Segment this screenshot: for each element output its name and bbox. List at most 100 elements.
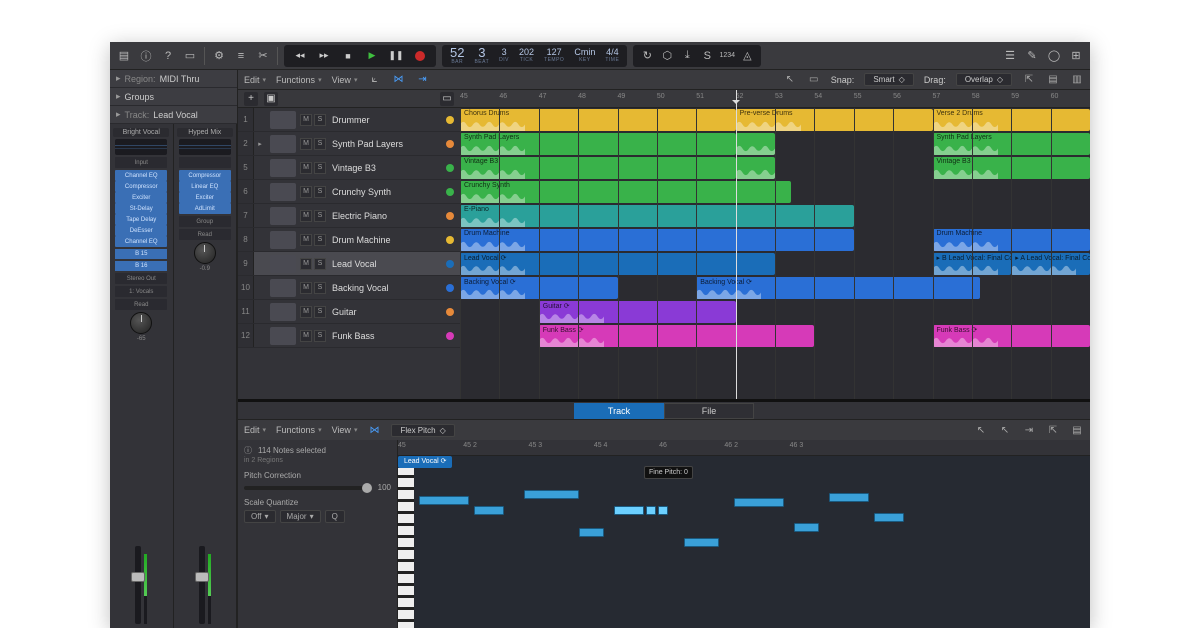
- group-slot[interactable]: 1: Vocals: [115, 286, 167, 297]
- pause-button[interactable]: ❚❚: [386, 48, 406, 64]
- scissors-icon[interactable]: ✂: [255, 48, 271, 64]
- pan-knob[interactable]: [194, 242, 216, 264]
- toolbar-icon[interactable]: ▭: [182, 48, 198, 64]
- track-icon[interactable]: [270, 135, 296, 153]
- pointer-tool-icon[interactable]: ↖: [974, 423, 988, 437]
- playhead[interactable]: [736, 90, 737, 399]
- global-tracks-button[interactable]: ▭: [440, 92, 454, 106]
- arrange-area[interactable]: 45464748495051525354555657585960 Chorus …: [460, 90, 1090, 399]
- scale-type-select[interactable]: Major▾: [280, 510, 321, 523]
- pointer-tool-icon[interactable]: ↖: [783, 73, 797, 87]
- pitch-note[interactable]: [684, 538, 719, 547]
- insert-slot[interactable]: Tape Delay: [115, 214, 167, 225]
- duplicate-track-button[interactable]: ▣: [264, 92, 278, 106]
- flex-pitch-editor[interactable]: 4545 245 345 44646 246 3 Lead Vocal ⟳ Fi…: [398, 440, 1090, 628]
- view-menu[interactable]: View▾: [332, 75, 358, 85]
- piano-keyboard[interactable]: [398, 468, 414, 628]
- track-header[interactable]: 9 M S Lead Vocal: [238, 252, 460, 276]
- editor-edit-menu[interactable]: Edit▾: [244, 425, 266, 435]
- solo-button[interactable]: S: [314, 114, 326, 126]
- track-icon[interactable]: [270, 159, 296, 177]
- output-slot[interactable]: Stereo Out: [115, 273, 167, 284]
- region[interactable]: Chorus Drums: [460, 109, 736, 131]
- track-header[interactable]: 7 M S Electric Piano: [238, 204, 460, 228]
- library-icon[interactable]: ▤: [116, 48, 132, 64]
- group-slot[interactable]: Group: [179, 216, 231, 227]
- region[interactable]: Synth Pad Layers: [460, 133, 736, 155]
- browser-icon[interactable]: ⊞: [1068, 48, 1084, 64]
- record-button[interactable]: [410, 48, 430, 64]
- insert-slot[interactable]: Exciter: [115, 192, 167, 203]
- pitch-note[interactable]: [794, 523, 819, 532]
- mute-button[interactable]: M: [300, 162, 312, 174]
- send-slot[interactable]: B 16: [115, 261, 167, 271]
- mute-button[interactable]: M: [300, 210, 312, 222]
- pitch-note[interactable]: [579, 528, 604, 537]
- insert-slot[interactable]: Compressor: [115, 181, 167, 192]
- editor-view-menu[interactable]: View▾: [332, 425, 358, 435]
- eq-thumbnail[interactable]: [179, 139, 231, 155]
- track-icon[interactable]: [270, 183, 296, 201]
- track-icon[interactable]: [270, 303, 296, 321]
- loops-icon[interactable]: ◯: [1046, 48, 1062, 64]
- solo-button[interactable]: S: [314, 138, 326, 150]
- region[interactable]: Funk Bass ⟳: [539, 325, 815, 347]
- track-header[interactable]: 12 M S Funk Bass: [238, 324, 460, 348]
- solo-button[interactable]: S: [314, 162, 326, 174]
- rewind-button[interactable]: ◂◂: [290, 48, 310, 64]
- solo-button[interactable]: S: [314, 186, 326, 198]
- replace-icon[interactable]: ⬡: [659, 48, 675, 64]
- automation-slot[interactable]: Read: [179, 229, 231, 240]
- metronome-icon[interactable]: ◬: [739, 48, 755, 64]
- track-icon[interactable]: [270, 231, 296, 249]
- insert-slot[interactable]: DeEsser: [115, 225, 167, 236]
- drag-select[interactable]: Overlap◇: [956, 73, 1012, 86]
- track-header[interactable]: 11 M S Guitar: [238, 300, 460, 324]
- input-slot[interactable]: [179, 157, 231, 168]
- mute-button[interactable]: M: [300, 306, 312, 318]
- send-slot[interactable]: B 15: [115, 249, 167, 259]
- region[interactable]: [736, 133, 775, 155]
- mute-button[interactable]: M: [300, 258, 312, 270]
- vertical-zoom-icon[interactable]: ▤: [1046, 73, 1060, 87]
- mute-button[interactable]: M: [300, 282, 312, 294]
- solo-button[interactable]: S: [314, 306, 326, 318]
- pitch-correction-slider[interactable]: [244, 486, 372, 490]
- eq-thumbnail[interactable]: [115, 139, 167, 155]
- pitch-note[interactable]: [829, 493, 869, 502]
- volume-fader[interactable]: [199, 546, 205, 624]
- add-track-button[interactable]: +: [244, 92, 258, 106]
- horizontal-zoom-icon[interactable]: ▥: [1070, 73, 1084, 87]
- strip-name-a[interactable]: Bright Vocal: [113, 128, 169, 137]
- solo-button[interactable]: S: [314, 282, 326, 294]
- pitch-note[interactable]: [646, 506, 656, 515]
- track-header[interactable]: 8 M S Drum Machine: [238, 228, 460, 252]
- bar-ruler[interactable]: 45464748495051525354555657585960: [460, 90, 1090, 108]
- count-in-icon[interactable]: 1234: [719, 48, 735, 64]
- insert-slot[interactable]: Exciter: [179, 192, 231, 203]
- automation-icon[interactable]: ⟀: [367, 73, 381, 87]
- disclosure-triangle[interactable]: ▸: [254, 140, 266, 148]
- flex-icon[interactable]: ⋈: [391, 73, 405, 87]
- pitch-note[interactable]: [734, 498, 784, 507]
- track-header[interactable]: 6 M S Crunchy Synth: [238, 180, 460, 204]
- inspector-icon[interactable]: ⓘ: [138, 48, 154, 64]
- pitch-note[interactable]: [874, 513, 904, 522]
- pitch-note[interactable]: [658, 506, 668, 515]
- flex-mode-select[interactable]: Flex Pitch◇: [391, 424, 454, 437]
- insert-slot[interactable]: Channel EQ: [115, 170, 167, 181]
- editor-functions-menu[interactable]: Functions▾: [276, 425, 322, 435]
- mute-button[interactable]: M: [300, 330, 312, 342]
- mute-button[interactable]: M: [300, 114, 312, 126]
- solo-button[interactable]: S: [314, 210, 326, 222]
- track-icon[interactable]: [270, 327, 296, 345]
- catch-icon[interactable]: ⇥: [415, 73, 429, 87]
- editor-ruler[interactable]: 4545 245 345 44646 246 3: [398, 440, 1090, 456]
- flex-icon[interactable]: ⋈: [367, 423, 381, 437]
- track-header[interactable]: 5 M S Vintage B3: [238, 156, 460, 180]
- catch-icon[interactable]: ⇥: [1022, 423, 1036, 437]
- lcd-display[interactable]: 52BAR 3BEAT 3DIV 202TICK 127TEMPO CminKE…: [442, 45, 627, 67]
- solo-button[interactable]: S: [314, 258, 326, 270]
- region[interactable]: Vintage B3: [460, 157, 736, 179]
- solo-button[interactable]: S: [314, 330, 326, 342]
